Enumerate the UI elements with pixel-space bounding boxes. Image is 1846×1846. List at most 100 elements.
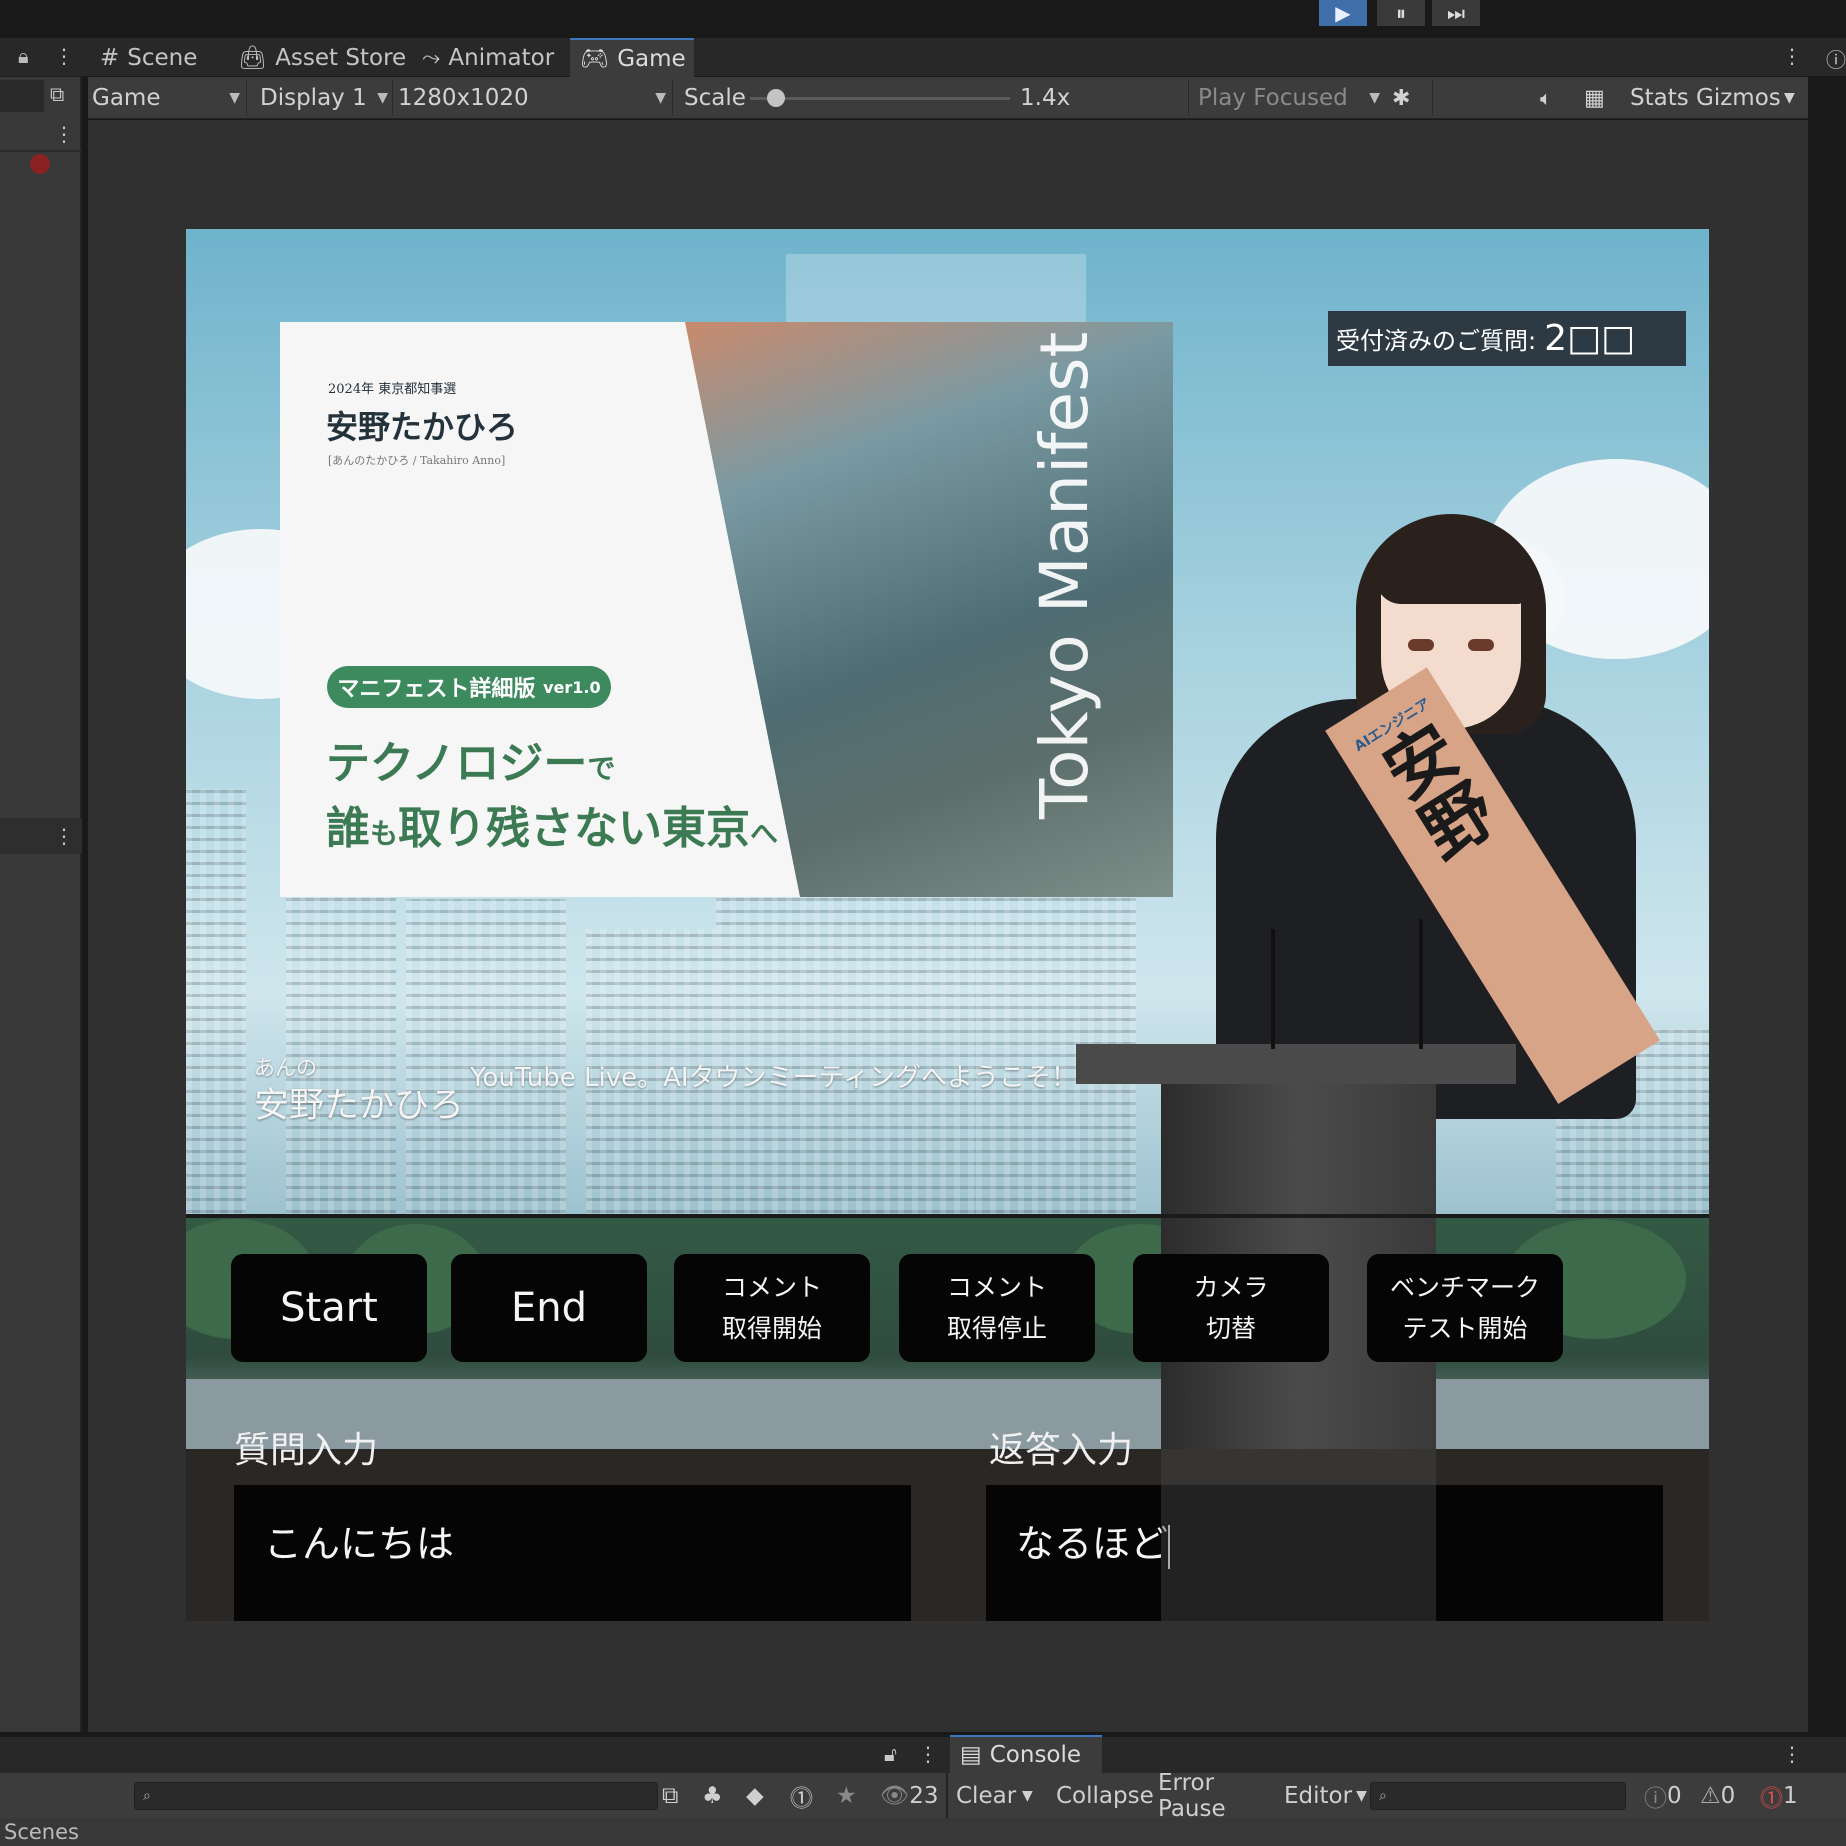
tab-console[interactable]: ▤ Console <box>950 1735 1102 1773</box>
kebab-menu-icon[interactable]: ⋮ <box>54 44 74 68</box>
search-icon: ⌕ <box>143 1788 151 1804</box>
console-menu-icon[interactable]: ⋮ <box>1782 1742 1802 1766</box>
card-name: 安野たかひろ <box>326 408 519 446</box>
tab-scene[interactable]: # Scene <box>90 38 207 77</box>
stats-button[interactable]: Stats <box>1630 77 1689 119</box>
scale-slider-handle[interactable] <box>767 89 785 107</box>
podium-top <box>1076 1044 1516 1084</box>
scenes-folder-label: Scenes <box>4 1820 79 1844</box>
microphone <box>1419 919 1423 1049</box>
divider <box>246 80 247 116</box>
play-mode-select[interactable]: Play Focused <box>1198 77 1380 119</box>
question-input-label: 質問入力 <box>234 1430 379 1471</box>
scale-label: Scale <box>684 85 746 111</box>
start-comment-fetch-button[interactable]: コメント 取得開始 <box>674 1254 870 1362</box>
headline-line-2: 誰も取り残さない東京へ <box>326 803 779 854</box>
star-icon[interactable]: ★ <box>836 1773 866 1818</box>
tab-animator-label: Animator <box>448 44 555 71</box>
alert-icon[interactable]: ⓵ <box>790 1773 820 1818</box>
clear-button[interactable]: Clear <box>956 1773 1016 1818</box>
animator-icon: ⤳ <box>422 44 441 71</box>
grid-icon[interactable]: ▦ <box>1584 77 1614 119</box>
dialogue-message: YouTube Live。AIタウンミーティングへようこそ！ <box>470 1063 1077 1093</box>
pause-icon: ⏸ <box>1396 1 1406 25</box>
scale-slider[interactable] <box>750 89 1010 107</box>
project-search-input[interactable]: ⌕ <box>134 1782 658 1810</box>
tab-asset-store[interactable]: 👜︎ Asset Store <box>228 38 416 77</box>
play-icon: ▶ <box>1335 1 1351 25</box>
console-body <box>0 1818 1846 1846</box>
warning-icon: ⚠ <box>1700 1782 1721 1809</box>
type-filter-icon[interactable]: ♣ <box>702 1773 732 1818</box>
manifesto-badge: マニフェスト詳細版 ver1.0 <box>327 666 611 708</box>
tab-animator[interactable]: ⤳ Animator <box>412 38 564 77</box>
divider <box>1432 80 1433 116</box>
top-playbar <box>0 0 1846 38</box>
hierarchy-menu-icon[interactable]: ⋮ <box>54 122 74 146</box>
display-select[interactable]: Display 1 <box>260 77 388 119</box>
step-button[interactable]: ⏭ <box>1432 0 1480 26</box>
counter-value: 2□□ <box>1544 318 1636 359</box>
error-pause-button[interactable]: Error Pause <box>1158 1770 1278 1822</box>
debug-bug-icon[interactable]: ✱ <box>1392 77 1424 119</box>
lock-icon[interactable]: 🔓︎ <box>884 1742 897 1766</box>
hidden-count[interactable]: 👁︎ 23 <box>880 1773 940 1818</box>
console-search-input[interactable]: ⌕ <box>1370 1782 1626 1810</box>
maximize-icon[interactable]: ⧉ <box>50 82 76 110</box>
info-filter[interactable]: ⓘ 0 <box>1644 1773 1692 1818</box>
bag-icon: 👜︎ <box>238 45 268 71</box>
question-counter: 受付済みのご質問: 2□□ <box>1328 311 1686 366</box>
divider <box>392 80 393 116</box>
divider <box>1188 80 1189 116</box>
view-select[interactable]: Game <box>92 77 240 119</box>
play-mode-select-value: Play Focused <box>1198 85 1348 111</box>
resolution-select[interactable]: 1280x1020 <box>398 77 666 119</box>
view-select-value: Game <box>92 85 161 111</box>
start-button[interactable]: Start <box>231 1254 427 1362</box>
bug-icon[interactable] <box>30 154 50 174</box>
lock-icon[interactable]: 🔒︎ <box>18 44 29 68</box>
maximize-icon[interactable]: ⧉ <box>662 1773 692 1818</box>
eye-icon: 👁︎ <box>880 1783 910 1809</box>
hash-icon: # <box>100 44 120 71</box>
end-button[interactable]: End <box>451 1254 647 1362</box>
resolution-select-value: 1280x1020 <box>398 85 529 111</box>
tab-asset-store-label: Asset Store <box>275 44 407 71</box>
play-button[interactable]: ▶ <box>1319 0 1367 26</box>
label-filter-icon[interactable]: ◆ <box>746 1773 776 1818</box>
hierarchy-search[interactable] <box>0 80 44 112</box>
editor-select[interactable]: Editor ▼ <box>1284 1773 1367 1818</box>
tab-game[interactable]: 🎮︎ Game <box>570 38 694 77</box>
gamepad-icon: 🎮︎ <box>580 46 610 72</box>
question-input[interactable]: こんにちは <box>234 1485 911 1621</box>
info-icon[interactable]: ⓘ <box>1826 44 1846 73</box>
display-select-value: Display 1 <box>260 85 367 111</box>
stop-comment-fetch-button[interactable]: コメント 取得停止 <box>899 1254 1095 1362</box>
character-bangs <box>1376 529 1526 604</box>
speaker-name: 安野たかひろ <box>254 1086 465 1126</box>
tab-menu-icon[interactable]: ⋮ <box>1782 44 1802 68</box>
error-icon: ⓵ <box>1760 1785 1783 1812</box>
start-benchmark-button[interactable]: ベンチマーク テスト開始 <box>1367 1254 1563 1362</box>
tab-scene-label: Scene <box>127 44 198 71</box>
pause-button[interactable]: ⏸ <box>1377 0 1425 26</box>
switch-camera-button[interactable]: カメラ 切替 <box>1133 1254 1329 1362</box>
console-icon: ▤ <box>960 1742 982 1768</box>
error-filter[interactable]: ⓵1 <box>1760 1773 1816 1818</box>
kebab-menu-icon[interactable]: ⋮ <box>918 1742 938 1766</box>
tab-console-label: Console <box>989 1742 1082 1768</box>
badge-version: ver1.0 <box>543 677 601 697</box>
warning-filter[interactable]: ⚠ 0 <box>1700 1773 1748 1818</box>
game-viewport: 2024年 東京都知事選 安野たかひろ [あんのたかひろ / Takahiro … <box>186 229 1709 1621</box>
dialogue-divider <box>186 1214 1709 1218</box>
scale-value: 1.4x <box>1020 85 1071 111</box>
gizmos-button[interactable]: Gizmos <box>1696 77 1781 119</box>
gizmos-dropdown-icon[interactable]: ▼ <box>1784 77 1804 119</box>
speaker-icon[interactable]: 🔈︎ <box>1540 77 1570 119</box>
clear-dropdown-icon[interactable]: ▼ <box>1022 1773 1048 1818</box>
collapse-button[interactable]: Collapse <box>1056 1773 1154 1818</box>
left-hierarchy-panel <box>0 77 82 1732</box>
tokyo-manifest-title: Tokyo Manifest <box>1026 331 1103 819</box>
card-kicker: 2024年 東京都知事選 <box>328 382 457 397</box>
panel-menu-icon[interactable]: ⋮ <box>54 824 74 848</box>
